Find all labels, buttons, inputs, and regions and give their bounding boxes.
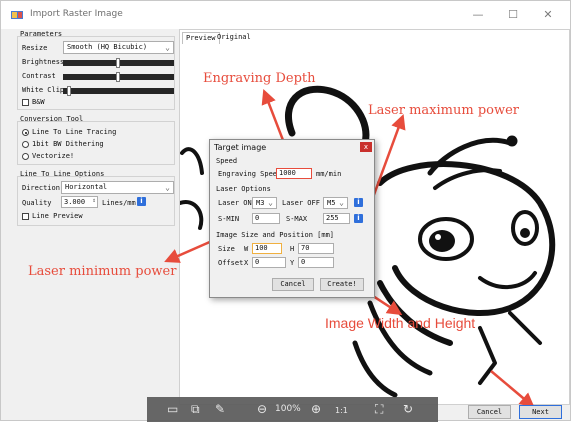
smin-input[interactable]: 0 [252,213,280,224]
contrast-slider-thumb[interactable] [116,72,120,82]
smax-info-icon[interactable]: i [354,214,363,223]
option-line-to-line-label: Line To Line Tracing [32,128,117,136]
quality-unit: Lines/mm [102,199,136,207]
height-input[interactable]: 70 [298,243,334,254]
quality-value: 3.000 [64,198,86,206]
dialog-cancel-button[interactable]: Cancel [272,278,314,291]
maximize-button[interactable]: ☐ [498,5,528,25]
chevron-down-icon: ⌄ [165,43,170,52]
annotation-laser-max: Laser maximum power [368,103,520,118]
direction-label: Direction [22,184,60,192]
fit-icon[interactable]: ⛶ [375,401,383,417]
laser-off-value: M5 [327,199,336,207]
offset-x-input[interactable]: 0 [252,257,286,268]
zoom-level: 100% [275,404,301,414]
laser-off-select[interactable]: M5 ⌄ [323,197,348,209]
minimize-button[interactable]: — [463,5,493,25]
line-preview-label: Line Preview [32,212,83,220]
chevron-down-icon: ⌄ [165,183,170,192]
next-button[interactable]: Next [519,405,562,419]
y-label: Y [290,259,295,267]
actual-size-icon[interactable]: 1:1 [335,403,348,419]
quality-info-icon[interactable]: i [137,197,146,206]
laser-on-value: M3 [256,199,265,207]
white-clip-slider[interactable] [63,88,174,94]
direction-value: Horizontal [65,183,108,191]
annotation-engraving-depth: Engraving Depth [203,71,316,86]
radio-line-to-line[interactable] [22,129,29,136]
zoom-in-icon[interactable]: ⊕ [311,401,321,417]
laser-on-label: Laser ON [218,199,252,207]
radio-1bit-dithering[interactable] [22,141,29,148]
tab-original[interactable]: Original [214,32,254,43]
white-clip-label: White Clip [22,86,65,94]
w-label: W [244,245,249,253]
option-vectorize-label: Vectorize! [32,152,75,160]
dialog-close-icon[interactable]: x [360,142,372,152]
x-label: X [244,259,249,267]
resize-label: Resize [22,44,48,52]
brightness-label: Brightness [22,58,65,66]
resize-select[interactable]: Smooth (HQ Bicubic) ⌄ [63,41,174,54]
h-label: H [290,245,295,253]
import-raster-window: Import Raster Image — ☐ ✕ Parameters Res… [0,0,571,422]
laser-info-icon[interactable]: i [354,198,363,207]
white-clip-slider-thumb[interactable] [67,86,71,96]
resize-value: Smooth (HQ Bicubic) [67,43,148,51]
zoom-out-icon[interactable]: ⊖ [257,401,267,417]
chevron-down-icon: ⌄ [268,198,273,207]
offset-label: Offset [218,259,244,267]
option-dithering-label: 1bit BW Dithering [32,140,104,148]
app-icon [11,11,23,19]
laser-options-heading: Laser Options [216,185,271,193]
annotation-image-wh: Image Width and Height [325,315,476,331]
spinner-arrows-icon[interactable]: ⇕ [92,196,96,206]
size-label: Size [218,245,235,253]
save-icon[interactable]: ▭ [167,401,178,417]
brightness-slider-thumb[interactable] [116,58,120,68]
smax-label: S-MAX [286,215,308,223]
smin-label: S-MIN [218,215,240,223]
engraving-speed-unit: mm/min [316,170,342,178]
copy-icon[interactable]: ⧉ [191,401,200,417]
target-image-dialog: Target image x Speed Engraving Speed 100… [209,139,375,298]
laser-off-label: Laser OFF [282,199,320,207]
chevron-down-icon: ⌄ [339,198,344,207]
laser-on-select[interactable]: M3 ⌄ [252,197,277,209]
bw-checkbox[interactable] [22,99,29,106]
quality-label: Quality [22,199,52,207]
radio-vectorize[interactable] [22,153,29,160]
line-preview-checkbox[interactable] [22,213,29,220]
offset-y-input[interactable]: 0 [298,257,334,268]
size-heading: Image Size and Position [mm] [216,231,335,239]
cancel-button[interactable]: Cancel [468,405,511,419]
rotate-icon[interactable]: ↻ [403,401,413,417]
title-bar: Import Raster Image — ☐ ✕ [1,1,570,29]
smax-input[interactable]: 255 [323,213,350,224]
direction-select[interactable]: Horizontal ⌄ [61,181,174,194]
annotation-laser-min: Laser minimum power [28,264,177,279]
contrast-label: Contrast [22,72,56,80]
edit-icon[interactable]: ✎ [215,401,225,417]
engraving-speed-label: Engraving Speed [218,170,282,178]
engraving-speed-input[interactable]: 1000 [276,168,312,179]
dialog-title: Target image [214,143,267,152]
window-title: Import Raster Image [30,9,123,19]
quality-stepper[interactable]: 3.000 ⇕ [61,196,98,208]
create-button[interactable]: Create! [320,278,364,291]
close-button[interactable]: ✕ [533,5,563,25]
viewer-toolbar: ▭ ⧉ ✎ ⊖ 100% ⊕ 1:1 ⛶ ↻ [147,397,438,422]
width-input[interactable]: 100 [252,243,282,254]
bw-label: B&W [32,98,45,106]
speed-heading: Speed [216,157,238,165]
